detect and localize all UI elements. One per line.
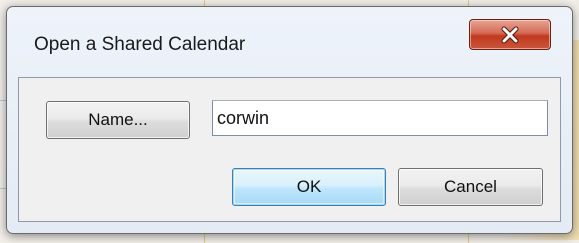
open-shared-calendar-dialog: Open a Shared Calendar Name... OK Cancel [6, 6, 573, 234]
dialog-titlebar[interactable]: Open a Shared Calendar [7, 7, 572, 77]
dialog-title: Open a Shared Calendar [34, 34, 246, 55]
name-input[interactable] [212, 100, 548, 136]
ok-button[interactable]: OK [232, 168, 386, 206]
close-button[interactable] [469, 19, 551, 50]
dialog-body: Name... OK Cancel [18, 77, 561, 222]
cancel-button[interactable]: Cancel [398, 168, 543, 206]
name-button[interactable]: Name... [46, 101, 190, 139]
close-icon [501, 26, 519, 43]
